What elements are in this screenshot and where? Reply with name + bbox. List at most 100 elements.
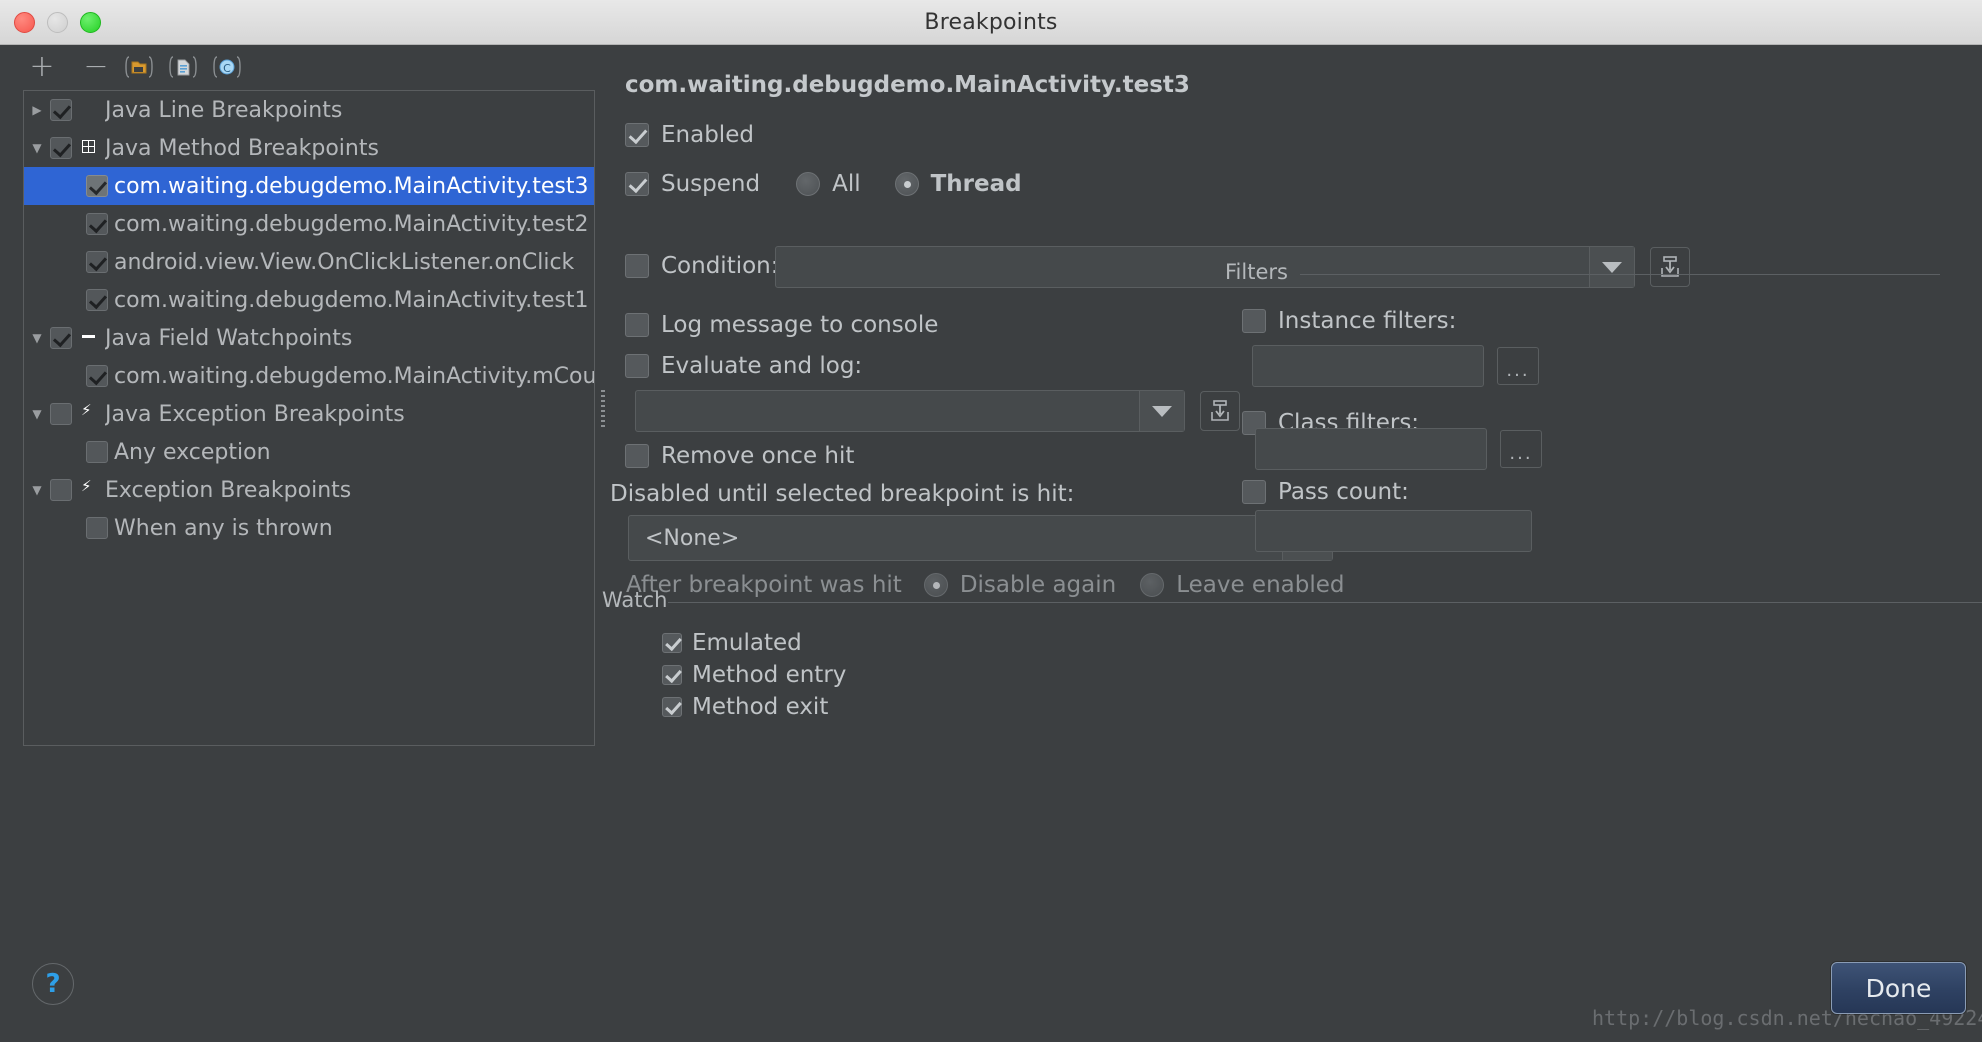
- tree-item-method-test3[interactable]: com.waiting.debugdemo.MainActivity.test3: [24, 167, 594, 205]
- tree-item-checkbox[interactable]: [86, 175, 108, 197]
- tree-item-checkbox[interactable]: [50, 327, 72, 349]
- instance-filters-value: [1253, 346, 1483, 355]
- tree-item-method-onclick[interactable]: android.view.View.OnClickListener.onClic…: [24, 243, 594, 281]
- evaluate-expand-editor-icon[interactable]: [1200, 391, 1240, 431]
- chevron-down-icon[interactable]: [24, 407, 50, 421]
- tree-item-java-field-watchpoints[interactable]: Java Field Watchpoints: [24, 319, 594, 357]
- watch-method-exit-checkbox[interactable]: [662, 697, 682, 717]
- suspend-thread-radio[interactable]: [895, 172, 919, 196]
- watch-method-entry-checkbox[interactable]: [662, 665, 682, 685]
- document-icon[interactable]: [164, 49, 202, 85]
- log-message-row[interactable]: Log message to console: [625, 312, 938, 338]
- leave-enabled-radio[interactable]: [1140, 573, 1164, 597]
- after-hit-row[interactable]: After breakpoint was hit Disable again L…: [626, 572, 1345, 598]
- watch-method-entry-row[interactable]: Method entry: [662, 662, 846, 688]
- tree-item-label: Java Field Watchpoints: [105, 326, 352, 351]
- instance-filters-label: Instance filters:: [1278, 308, 1456, 334]
- add-icon[interactable]: +: [23, 49, 61, 85]
- evaluate-and-log-input[interactable]: [635, 390, 1185, 432]
- chevron-right-icon[interactable]: [24, 103, 50, 117]
- enabled-row[interactable]: Enabled: [625, 122, 754, 148]
- tree-item-label: Java Line Breakpoints: [105, 98, 342, 123]
- line-breakpoint-icon: [78, 98, 102, 122]
- condition-input[interactable]: [775, 246, 1635, 288]
- tree-item-checkbox[interactable]: [86, 365, 108, 387]
- class-icon[interactable]: C: [208, 49, 246, 85]
- tree-item-any-exception[interactable]: Any exception: [24, 433, 594, 471]
- tree-item-checkbox[interactable]: [86, 441, 108, 463]
- watch-method-exit-row[interactable]: Method exit: [662, 694, 828, 720]
- filters-group-divider: [1300, 274, 1940, 275]
- remove-icon[interactable]: −: [77, 49, 115, 85]
- breakpoint-detail-panel: com.waiting.debugdemo.MainActivity.test3…: [610, 60, 1982, 960]
- chevron-down-icon[interactable]: [24, 141, 50, 155]
- instance-filters-row[interactable]: Instance filters:: [1242, 308, 1456, 334]
- suspend-all-radio[interactable]: [796, 172, 820, 196]
- remove-once-hit-checkbox[interactable]: [625, 444, 649, 468]
- instance-filters-browse-button[interactable]: ...: [1497, 347, 1539, 385]
- suspend-label: Suspend: [661, 171, 760, 197]
- condition-label: Condition:: [661, 253, 779, 279]
- tree-item-checkbox[interactable]: [86, 213, 108, 235]
- evaluate-and-log-checkbox[interactable]: [625, 354, 649, 378]
- chevron-down-icon[interactable]: [24, 331, 50, 345]
- tree-item-checkbox[interactable]: [86, 251, 108, 273]
- pass-count-row[interactable]: Pass count:: [1242, 479, 1409, 505]
- help-button[interactable]: ?: [32, 963, 74, 1005]
- watch-emulated-row[interactable]: Emulated: [662, 630, 802, 656]
- evaluate-dropdown-button[interactable]: [1139, 391, 1184, 431]
- watch-emulated-checkbox[interactable]: [662, 633, 682, 653]
- tree-item-exception-breakpoints[interactable]: Exception Breakpoints: [24, 471, 594, 509]
- chevron-down-icon[interactable]: [24, 483, 50, 497]
- class-filters-browse-button[interactable]: ...: [1500, 430, 1542, 468]
- breakpoints-dialog: Breakpoints + −: [0, 0, 1982, 1042]
- tree-item-label: com.waiting.debugdemo.MainActivity.test3: [114, 174, 588, 199]
- tree-item-checkbox[interactable]: [50, 479, 72, 501]
- tree-item-method-test1[interactable]: com.waiting.debugdemo.MainActivity.test1: [24, 281, 594, 319]
- tree-item-java-method-breakpoints[interactable]: Java Method Breakpoints: [24, 129, 594, 167]
- tree-item-label: Exception Breakpoints: [105, 478, 351, 503]
- splitter-grip[interactable]: [601, 390, 605, 430]
- condition-dropdown-button[interactable]: [1589, 247, 1634, 287]
- tree-item-method-test2[interactable]: com.waiting.debugdemo.MainActivity.test2: [24, 205, 594, 243]
- tree-toolbar: + − C: [0, 45, 600, 90]
- condition-expand-editor-icon[interactable]: [1650, 247, 1690, 287]
- instance-filters-checkbox[interactable]: [1242, 309, 1266, 333]
- remove-once-hit-row[interactable]: Remove once hit: [625, 443, 854, 469]
- watch-emulated-label: Emulated: [692, 630, 802, 656]
- field-watchpoint-icon: [78, 326, 102, 350]
- window-titlebar: Breakpoints: [0, 0, 1982, 45]
- disabled-until-combo[interactable]: <None>: [628, 515, 1333, 561]
- remove-once-hit-label: Remove once hit: [661, 443, 854, 469]
- pass-count-input[interactable]: [1255, 510, 1532, 552]
- disabled-until-label-row: Disabled until selected breakpoint is hi…: [610, 481, 1074, 507]
- log-message-checkbox[interactable]: [625, 313, 649, 337]
- condition-checkbox[interactable]: [625, 254, 649, 278]
- done-button[interactable]: Done: [1831, 962, 1966, 1014]
- suspend-row[interactable]: Suspend All Thread: [625, 171, 1022, 197]
- breakpoints-tree[interactable]: Java Line Breakpoints Java Method Breakp…: [23, 90, 595, 746]
- disable-again-radio[interactable]: [924, 573, 948, 597]
- pass-count-checkbox[interactable]: [1242, 480, 1266, 504]
- tree-item-label: Any exception: [114, 440, 271, 465]
- enabled-checkbox[interactable]: [625, 123, 649, 147]
- filters-group-title: Filters: [1225, 260, 1288, 284]
- tree-item-checkbox[interactable]: [50, 403, 72, 425]
- tree-item-when-any-thrown[interactable]: When any is thrown: [24, 509, 594, 547]
- tree-item-field-mcount[interactable]: com.waiting.debugdemo.MainActivity.mCoun…: [24, 357, 594, 395]
- tree-item-label: com.waiting.debugdemo.MainActivity.mCoun…: [114, 364, 594, 389]
- evaluate-and-log-row[interactable]: Evaluate and log:: [625, 353, 862, 379]
- tree-item-checkbox[interactable]: [86, 517, 108, 539]
- panel-splitter[interactable]: [600, 90, 606, 746]
- suspend-checkbox[interactable]: [625, 172, 649, 196]
- tree-item-checkbox[interactable]: [50, 137, 72, 159]
- leave-enabled-label: Leave enabled: [1176, 572, 1344, 598]
- tree-item-checkbox[interactable]: [86, 289, 108, 311]
- tree-item-checkbox[interactable]: [50, 99, 72, 121]
- class-filters-input[interactable]: [1255, 428, 1487, 470]
- folder-icon[interactable]: [120, 49, 158, 85]
- tree-item-java-exception-breakpoints[interactable]: Java Exception Breakpoints: [24, 395, 594, 433]
- condition-row[interactable]: Condition:: [625, 253, 779, 279]
- instance-filters-input[interactable]: [1252, 345, 1484, 387]
- tree-item-java-line-breakpoints[interactable]: Java Line Breakpoints: [24, 91, 594, 129]
